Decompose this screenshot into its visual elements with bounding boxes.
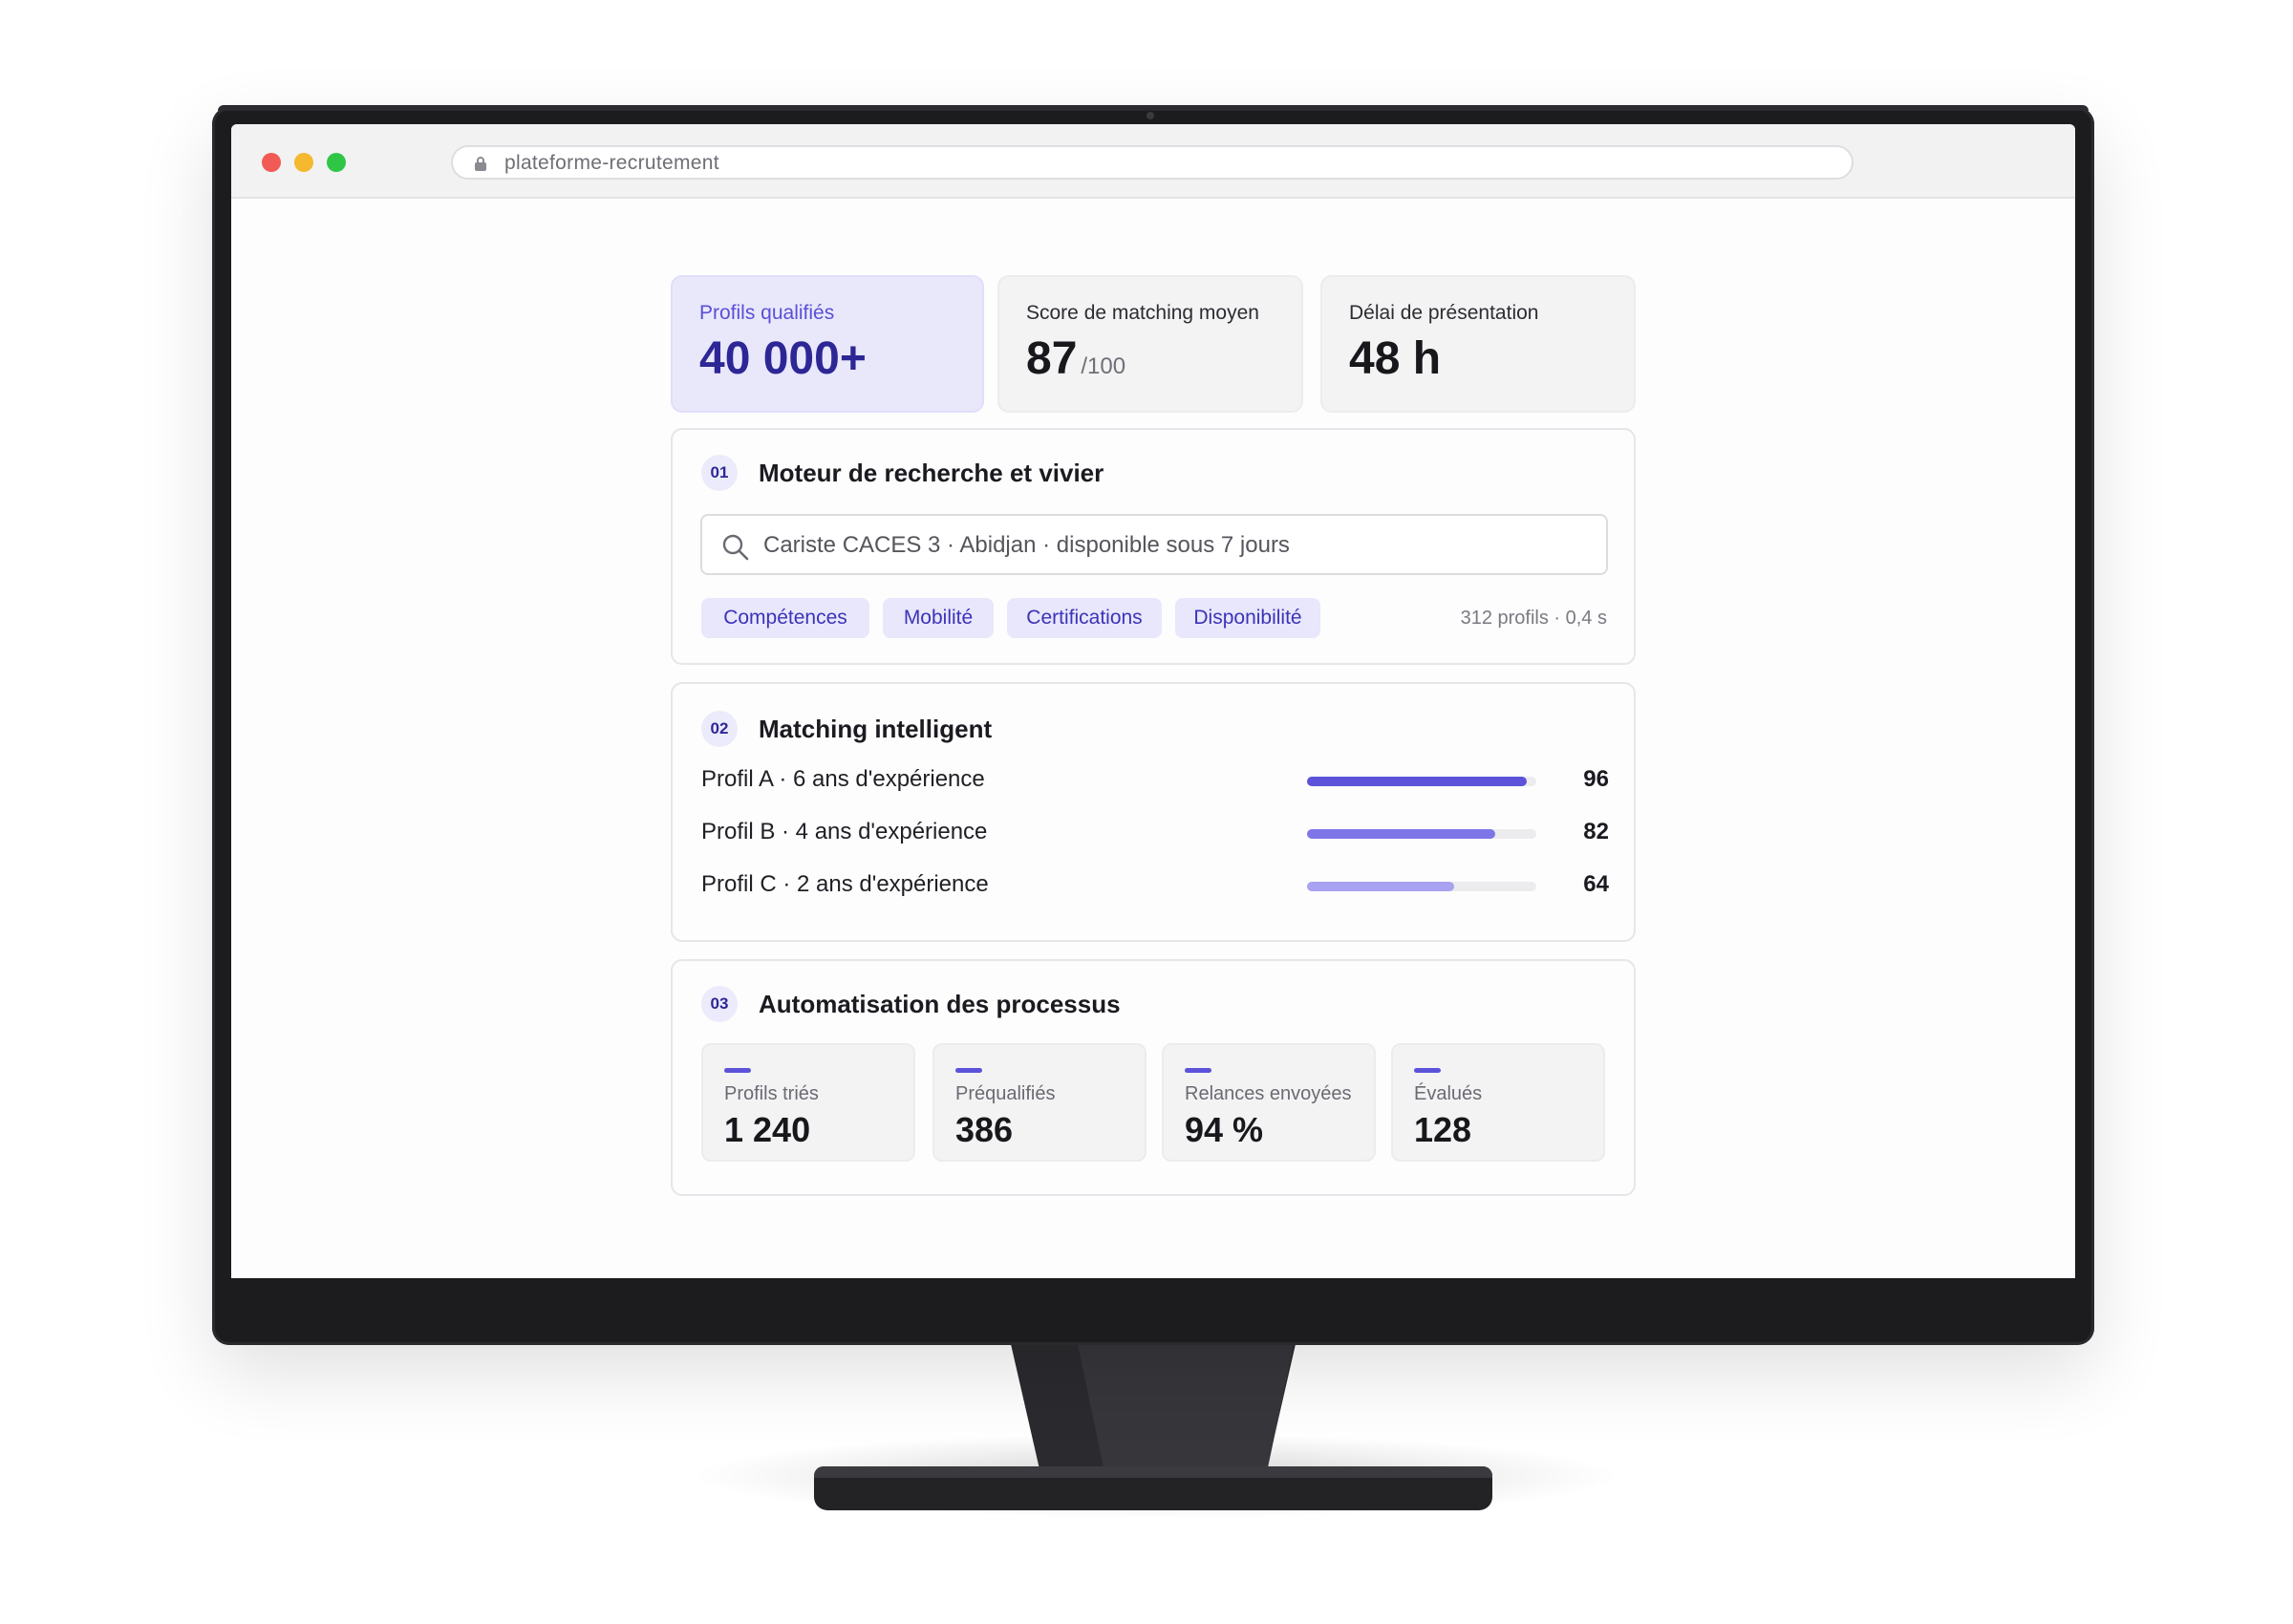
kpi-value: 40 000+ bbox=[699, 333, 867, 384]
search-query: Cariste CACES 3 · Abidjan · disponible s… bbox=[763, 532, 1290, 558]
section-title: Matching intelligent bbox=[759, 715, 993, 743]
kpi-card-profils: Profils qualifiés 40 000+ bbox=[671, 275, 984, 413]
kpi-card-delai: Délai de présentation 48 h bbox=[1320, 275, 1636, 413]
address-bar[interactable]: plateforme-recrutement bbox=[451, 145, 1854, 180]
filter-chip-certifications[interactable]: Certifications bbox=[1007, 598, 1162, 638]
search-input[interactable]: Cariste CACES 3 · Abidjan · disponible s… bbox=[700, 514, 1608, 575]
camera-icon bbox=[1146, 112, 1154, 119]
stat-accent-bar bbox=[1185, 1068, 1211, 1073]
screen: plateforme-recrutement Profils qualifiés… bbox=[231, 124, 2075, 1278]
stat-tile-relances: Relances envoyées 94 % bbox=[1162, 1043, 1376, 1162]
monitor-stand-base-top bbox=[814, 1466, 1492, 1478]
match-score-bar bbox=[1307, 777, 1536, 786]
stat-value: 128 bbox=[1414, 1110, 1472, 1149]
match-row[interactable]: Profil B · 4 ans d'expérience 82 bbox=[701, 815, 1609, 853]
matching-section-card: 02 Matching intelligent Profil A · 6 ans… bbox=[671, 682, 1636, 942]
match-score-fill bbox=[1307, 882, 1454, 891]
match-score-fill bbox=[1307, 777, 1528, 786]
kpi-label: Profils qualifiés bbox=[699, 302, 835, 324]
monitor-stand-neck-highlight bbox=[1078, 1344, 1294, 1468]
match-profile-name: Profil C · 2 ans d'expérience bbox=[701, 871, 989, 897]
stat-value: 386 bbox=[955, 1110, 1014, 1149]
window-minimize-button[interactable] bbox=[294, 153, 313, 172]
kpi-value: 87/100 bbox=[1026, 332, 1125, 385]
stat-label: Préqualifiés bbox=[955, 1083, 1056, 1104]
kpi-value-number: 87 bbox=[1026, 333, 1078, 384]
match-score-bar bbox=[1307, 829, 1536, 839]
stat-accent-bar bbox=[724, 1068, 751, 1073]
stat-tile-prequalifies: Préqualifiés 386 bbox=[932, 1043, 1146, 1162]
kpi-card-score: Score de matching moyen 87/100 bbox=[997, 275, 1303, 413]
filter-chip-disponibilite[interactable]: Disponibilité bbox=[1175, 598, 1320, 638]
search-icon bbox=[722, 534, 749, 561]
window-close-button[interactable] bbox=[262, 153, 281, 172]
lock-icon bbox=[475, 157, 486, 171]
section-title: Moteur de recherche et vivier bbox=[759, 459, 1104, 487]
stat-tile-profils-tries: Profils triés 1 240 bbox=[701, 1043, 915, 1162]
section-title: Automatisation des processus bbox=[759, 990, 1121, 1018]
stat-tile-evalues: Évalués 128 bbox=[1391, 1043, 1605, 1162]
match-score: 64 bbox=[1583, 871, 1609, 897]
result-count: 312 profils · 0,4 s bbox=[1460, 608, 1607, 629]
stat-label: Relances envoyées bbox=[1185, 1083, 1352, 1104]
filter-chip-competences[interactable]: Compétences bbox=[701, 598, 869, 638]
kpi-label: Score de matching moyen bbox=[1026, 302, 1259, 324]
match-row[interactable]: Profil A · 6 ans d'expérience 96 bbox=[701, 762, 1609, 801]
section-number-badge: 02 bbox=[701, 711, 738, 747]
stat-accent-bar bbox=[1414, 1068, 1441, 1073]
monitor-top-edge bbox=[218, 105, 2089, 111]
stat-accent-bar bbox=[955, 1068, 982, 1073]
stat-label: Profils triés bbox=[724, 1083, 819, 1104]
window-maximize-button[interactable] bbox=[327, 153, 346, 172]
url-text: plateforme-recrutement bbox=[504, 152, 719, 174]
kpi-row: Profils qualifiés 40 000+ Score de match… bbox=[671, 275, 1636, 413]
match-score: 96 bbox=[1583, 766, 1609, 792]
browser-bar: plateforme-recrutement bbox=[231, 124, 2075, 199]
kpi-label: Délai de présentation bbox=[1349, 302, 1539, 324]
section-number-badge: 01 bbox=[701, 455, 738, 491]
match-row[interactable]: Profil C · 2 ans d'expérience 64 bbox=[701, 867, 1609, 906]
match-score: 82 bbox=[1583, 819, 1609, 844]
stat-label: Évalués bbox=[1414, 1083, 1483, 1104]
match-profile-name: Profil A · 6 ans d'expérience bbox=[701, 766, 985, 792]
match-score-fill bbox=[1307, 829, 1495, 839]
stat-value: 1 240 bbox=[724, 1110, 811, 1149]
section-number-badge: 03 bbox=[701, 986, 738, 1022]
stat-value: 94 % bbox=[1185, 1110, 1264, 1149]
filter-chip-mobilite[interactable]: Mobilité bbox=[883, 598, 994, 638]
kpi-unit: /100 bbox=[1081, 353, 1126, 379]
match-score-bar bbox=[1307, 882, 1536, 891]
automation-section-card: 03 Automatisation des processus Profils … bbox=[671, 959, 1636, 1196]
match-profile-name: Profil B · 4 ans d'expérience bbox=[701, 819, 988, 844]
kpi-value: 48 h bbox=[1349, 333, 1442, 384]
search-section-card: 01 Moteur de recherche et vivier Cariste… bbox=[671, 428, 1636, 665]
